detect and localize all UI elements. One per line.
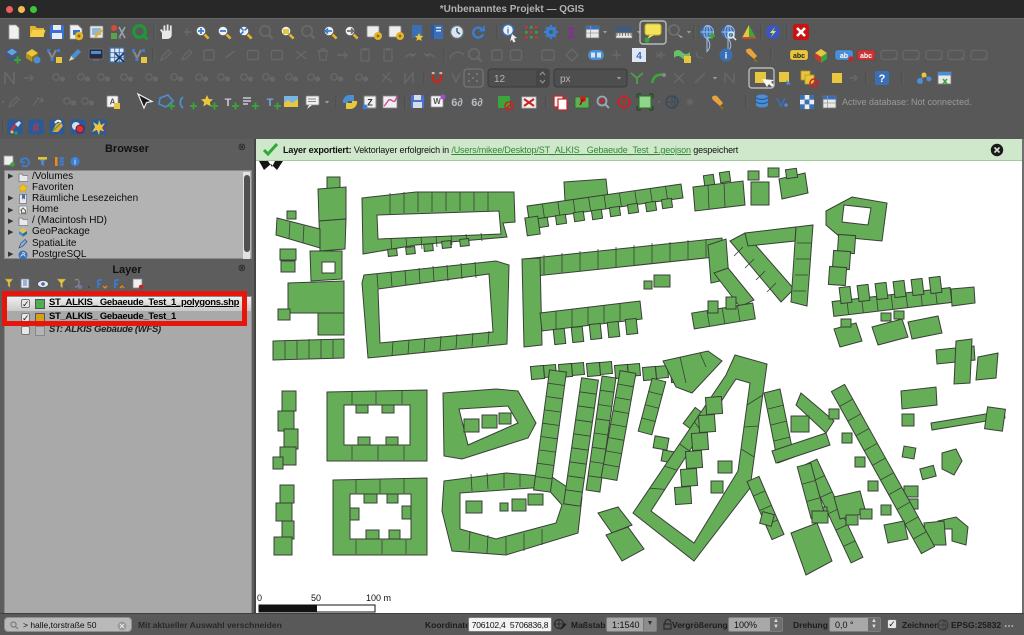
- svg-text:6∂: 6∂: [471, 97, 483, 109]
- svg-text:100 m: 100 m: [366, 593, 391, 603]
- svg-text:50: 50: [311, 593, 321, 603]
- svg-text:T: T: [267, 97, 274, 109]
- svg-text:i: i: [74, 158, 76, 167]
- svg-text:#: #: [33, 121, 40, 135]
- svg-text:i: i: [507, 27, 509, 36]
- svg-text:12: 12: [494, 74, 506, 85]
- svg-text:6∂: 6∂: [451, 97, 463, 109]
- svg-text:i: i: [725, 51, 728, 61]
- svg-text:abc: abc: [860, 53, 872, 60]
- svg-text:ab: ab: [840, 53, 848, 60]
- svg-text:Active database: Not connected: Active database: Not connected.: [842, 97, 972, 107]
- svg-text:?: ?: [879, 73, 886, 85]
- svg-text:px: px: [560, 74, 571, 85]
- svg-text:Σ: Σ: [567, 25, 576, 42]
- svg-text:!: !: [103, 124, 106, 134]
- svg-text:Z: Z: [367, 98, 373, 108]
- svg-text:abc: abc: [793, 53, 805, 60]
- svg-text:4: 4: [636, 51, 642, 62]
- svg-text:0: 0: [257, 593, 262, 603]
- svg-text:W: W: [433, 97, 441, 106]
- svg-text:T: T: [225, 97, 232, 109]
